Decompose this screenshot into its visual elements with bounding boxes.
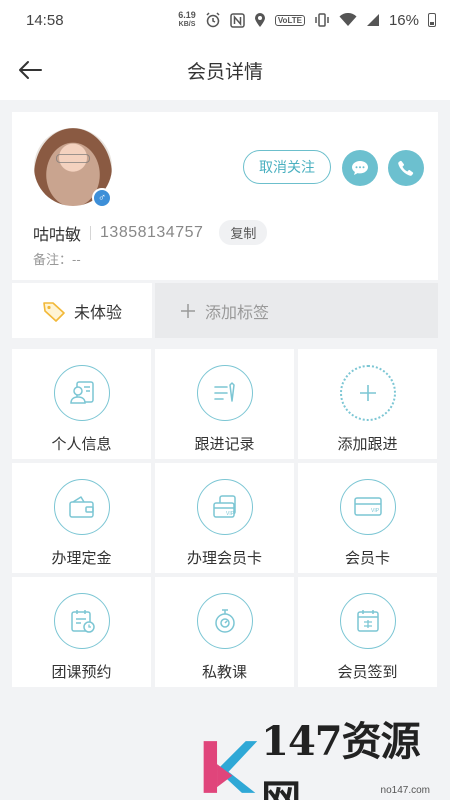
plus-icon: [339, 365, 396, 421]
tile-label: 办理会员卡: [186, 550, 262, 567]
name-divider: [90, 225, 92, 240]
volte-icon: VoLTE: [274, 14, 305, 26]
tile-label: 办理定金: [51, 550, 112, 567]
tile-add-follow[interactable]: 添加跟进: [298, 349, 437, 459]
tile-follow-records[interactable]: 跟进记录: [155, 349, 294, 459]
signal-icon: [366, 14, 379, 26]
add-tag-label: 添加标签: [205, 304, 270, 322]
watermark-logo: [203, 741, 258, 793]
battery-percentage: 16%: [388, 11, 419, 29]
member-info-row: 咕咕敏 13858134757 复制: [33, 220, 268, 245]
calendar-clock-icon: [53, 593, 110, 649]
tile-deposit[interactable]: 办理定金: [12, 463, 151, 573]
member-name: 咕咕敏: [33, 226, 82, 244]
tile-label: 会员卡: [344, 550, 390, 567]
nav-bar: 会员详情: [0, 40, 450, 100]
message-button[interactable]: [342, 150, 378, 186]
nfc-icon: [230, 12, 245, 28]
vip-cards-icon: VIP: [196, 479, 253, 535]
checkin-calendar-icon: [339, 593, 396, 649]
stopwatch-icon: [196, 593, 253, 649]
tile-personal-info[interactable]: 个人信息: [12, 349, 151, 459]
copy-button[interactable]: 复制: [219, 220, 268, 245]
network-speed: 6.19 KB/S: [178, 11, 196, 29]
wallet-icon: [53, 479, 110, 535]
location-icon: [254, 13, 265, 27]
tile-label: 会员签到: [337, 664, 398, 681]
status-tag[interactable]: 未体验: [12, 283, 152, 338]
wifi-icon: [339, 13, 357, 26]
avatar-glasses-detail: [56, 154, 90, 163]
chat-bubble-icon: [352, 161, 368, 175]
record-list-icon: [196, 365, 253, 421]
function-grid: 个人信息 跟进记录 添加跟进 办理定金 VIP 办理会员卡 VIP 会员卡 团课…: [12, 349, 438, 687]
tile-label: 跟进记录: [194, 436, 255, 453]
svg-text:VIP: VIP: [226, 511, 235, 517]
tile-label: 团课预约: [51, 664, 112, 681]
plus-icon: [181, 303, 195, 318]
network-speed-value: 6.19: [178, 10, 196, 20]
tile-private-class[interactable]: 私教课: [155, 577, 294, 687]
tile-member-checkin[interactable]: 会员签到: [298, 577, 437, 687]
member-card: ♂ 取消关注 咕咕敏 13858134757 复制 备注：--: [12, 112, 438, 280]
phone-icon: [398, 160, 414, 176]
watermark: 147资源网 no147.com: [196, 718, 450, 800]
call-button[interactable]: [388, 150, 424, 186]
tile-vip-card[interactable]: VIP 会员卡: [298, 463, 437, 573]
page-title: 会员详情: [186, 61, 263, 83]
status-bar: 14:58 6.19 KB/S VoLTE 16%: [0, 0, 450, 40]
alarm-icon: [206, 12, 220, 28]
member-phone: 13858134757: [100, 223, 204, 241]
tile-group-class-booking[interactable]: 团课预约: [12, 577, 151, 687]
person-card-icon: [53, 365, 110, 421]
member-remark: 备注：--: [33, 252, 81, 267]
svg-text:VIP: VIP: [371, 508, 380, 514]
tag-icon: [43, 301, 65, 322]
tag-row: 未体验 添加标签: [12, 283, 438, 338]
watermark-url: no147.com: [380, 785, 430, 796]
battery-icon: [428, 13, 436, 27]
status-time: 14:58: [26, 11, 64, 29]
arrow-left-icon: [19, 61, 42, 79]
male-gender-icon: ♂: [92, 188, 112, 208]
network-speed-unit: KB/S: [178, 21, 196, 28]
vibrate-icon: [315, 13, 329, 27]
add-tag-button[interactable]: 添加标签: [155, 283, 438, 338]
status-icons: 6.19 KB/S VoLTE 16%: [178, 11, 436, 29]
back-button[interactable]: [14, 54, 46, 86]
status-tag-label: 未体验: [73, 304, 122, 322]
tile-apply-vip-card[interactable]: VIP 办理会员卡: [155, 463, 294, 573]
vip-card-icon: VIP: [339, 479, 396, 535]
tile-label: 私教课: [201, 664, 247, 681]
tile-label: 个人信息: [51, 436, 112, 453]
tile-label: 添加跟进: [337, 436, 398, 453]
unfollow-button[interactable]: 取消关注: [243, 150, 331, 184]
